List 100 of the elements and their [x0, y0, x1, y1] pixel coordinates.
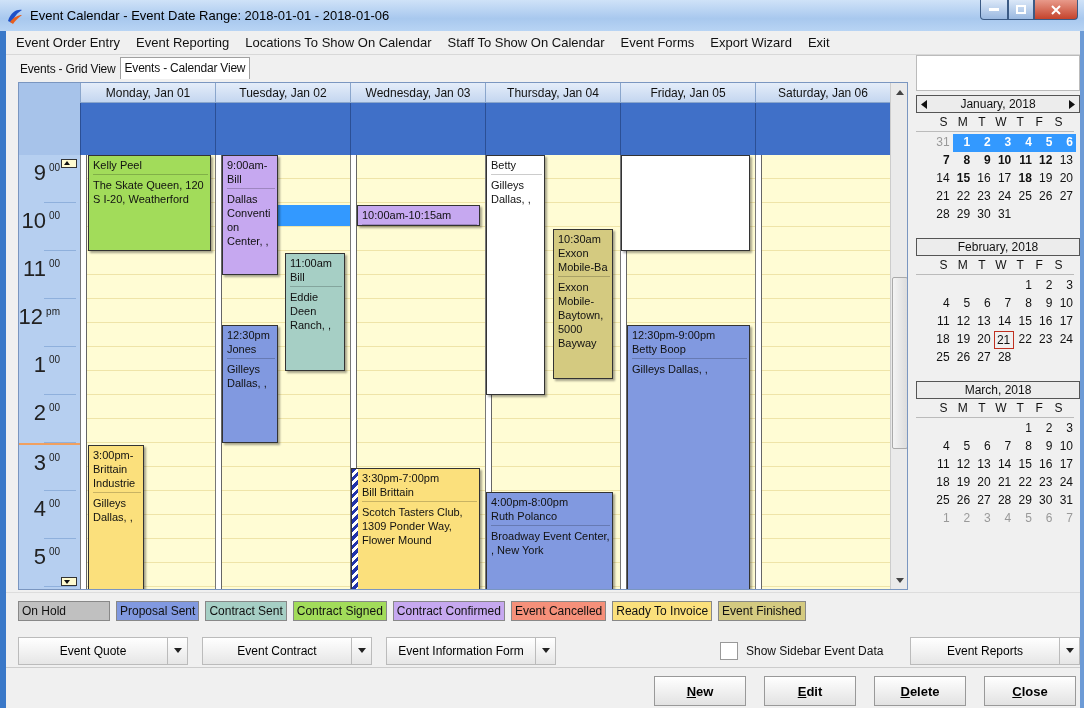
menu-item[interactable]: Locations To Show On Calendar — [245, 35, 432, 50]
calendar-day[interactable]: 7 — [993, 438, 1015, 456]
calendar-day[interactable]: 14 — [993, 456, 1015, 474]
calendar-day[interactable]: 18 — [1014, 170, 1035, 188]
calendar-day[interactable]: 6 — [973, 295, 994, 313]
close-button[interactable] — [1034, 0, 1078, 20]
menu-item[interactable]: Exit — [807, 35, 830, 50]
calendar-day[interactable]: 24 — [1055, 474, 1076, 492]
event-block[interactable]: 9:00am- Bill Dallas Convention Center, , — [222, 155, 278, 275]
calendar-day[interactable]: 12 — [1034, 152, 1056, 170]
previous-month-icon[interactable] — [921, 99, 927, 109]
calendar-day[interactable]: 22 — [1014, 474, 1035, 492]
calendar-day[interactable]: 17 — [1055, 456, 1076, 474]
calendar-day[interactable]: 6 — [973, 438, 994, 456]
dropdown-button[interactable] — [352, 636, 372, 665]
event-block[interactable]: 10:30am Exxon Mobile-Ba Exxon Mobile-Baytown, 5000 Bayway — [553, 229, 613, 379]
calendar-day[interactable]: 5 — [952, 295, 974, 313]
event-block[interactable]: Betty Gilleys Dallas, , — [486, 155, 545, 395]
minimize-button[interactable] — [980, 0, 1008, 20]
calendar-day[interactable]: 8 — [1014, 438, 1035, 456]
form-button[interactable]: Event Contract — [202, 636, 352, 665]
calendar-day[interactable]: 28 — [993, 492, 1015, 510]
calendar-day[interactable]: 19 — [1034, 170, 1056, 188]
calendar-day[interactable]: 19 — [952, 474, 974, 492]
calendar-day[interactable]: 27 — [973, 492, 994, 510]
calendar-day[interactable]: 8 — [1014, 295, 1035, 313]
maximize-button[interactable] — [1008, 0, 1034, 20]
calendar-day[interactable]: 11 — [932, 456, 953, 474]
next-month-icon[interactable] — [1069, 99, 1075, 109]
calendar-day[interactable]: 22 — [1014, 331, 1035, 349]
calendar-day[interactable]: 26 — [1034, 188, 1056, 206]
scroll-up-icon[interactable] — [896, 90, 904, 95]
action-button[interactable]: Close — [984, 676, 1076, 706]
calendar-day[interactable]: 10 — [993, 152, 1015, 170]
dropdown-button[interactable] — [536, 636, 556, 665]
calendar-day[interactable]: 31 — [1055, 492, 1076, 510]
calendar-day[interactable]: 3 — [1055, 420, 1076, 438]
event-block[interactable]: 11:00am Bill Eddie Deen Ranch, , — [285, 253, 345, 371]
action-button[interactable]: New — [654, 676, 746, 706]
event-block[interactable]: 3:00pm- Brittain Industrie Gilleys Dallas, , — [88, 445, 144, 589]
calendar-day[interactable]: 26 — [952, 492, 974, 510]
menu-item[interactable]: Staff To Show On Calendar — [447, 35, 605, 50]
calendar-day[interactable]: 17 — [993, 170, 1015, 188]
event-block[interactable]: 3:30pm-7:00pm Bill Brittain Scotch Tasters Club, 1309 Ponder Way, Flower Mound — [351, 468, 480, 589]
tab[interactable]: Events - Calendar View — [119, 57, 251, 79]
calendar-day[interactable]: 14 — [932, 170, 953, 188]
calendar-day[interactable]: 25 — [932, 349, 953, 367]
calendar-day[interactable]: 22 — [952, 188, 974, 206]
calendar-day[interactable]: 5 — [952, 438, 974, 456]
action-button[interactable]: Edit — [764, 676, 856, 706]
calendar-day[interactable]: 25 — [1014, 188, 1035, 206]
calendar-day[interactable]: 20 — [973, 474, 994, 492]
calendar-day[interactable]: 20 — [973, 331, 994, 349]
calendar-day[interactable]: 15 — [1014, 456, 1035, 474]
calendar-day[interactable]: 13 — [973, 456, 994, 474]
calendar-day[interactable]: 1 — [1014, 420, 1035, 438]
dropdown-button[interactable] — [168, 636, 188, 665]
calendar-day[interactable]: 16 — [1034, 313, 1056, 331]
event-block[interactable]: 4:00pm-8:00pm Ruth Polanco Broadway Event Center, , New York — [486, 492, 613, 589]
calendar-day[interactable]: 3 — [1055, 277, 1076, 295]
calendar-day[interactable]: 17 — [1055, 313, 1076, 331]
calendar-day[interactable]: 23 — [1034, 331, 1056, 349]
event-block[interactable]: 12:30pm-9:00pm Betty Boop Gilleys Dallas, , — [627, 325, 750, 589]
calendar-day[interactable]: 12 — [952, 456, 974, 474]
calendar-day[interactable]: 2 — [1034, 420, 1056, 438]
calendar-day[interactable]: 2 — [1034, 277, 1056, 295]
calendar-day[interactable]: 31 — [993, 206, 1015, 224]
calendar-day[interactable]: 27 — [1055, 188, 1076, 206]
calendar-day[interactable]: 29 — [1014, 492, 1035, 510]
calendar-day[interactable]: 18 — [932, 474, 953, 492]
calendar-day[interactable]: 8 — [952, 152, 974, 170]
menu-item[interactable]: Event Forms — [620, 35, 695, 50]
calendar-day[interactable]: 12 — [952, 313, 974, 331]
calendar-day[interactable]: 7 — [932, 152, 953, 170]
calendar-day[interactable]: 20 — [1055, 170, 1076, 188]
calendar-day[interactable]: 18 — [932, 331, 953, 349]
calendar-day[interactable]: 24 — [1055, 331, 1076, 349]
calendar-day[interactable]: 11 — [1014, 152, 1035, 170]
event-block[interactable] — [621, 155, 750, 251]
scroll-up-icon[interactable] — [61, 159, 77, 168]
calendar-day[interactable]: 23 — [1034, 474, 1056, 492]
calendar-day[interactable]: 9 — [973, 152, 994, 170]
calendar-day[interactable]: 16 — [973, 170, 994, 188]
calendar-day[interactable]: 15 — [1014, 313, 1035, 331]
form-button[interactable]: Event Quote — [18, 636, 168, 665]
calendar-day[interactable]: 23 — [973, 188, 994, 206]
calendar-day[interactable]: 21 — [932, 188, 953, 206]
dropdown-button[interactable] — [1060, 636, 1080, 665]
calendar-day[interactable]: 26 — [952, 349, 974, 367]
calendar-day[interactable]: 19 — [952, 331, 974, 349]
tab[interactable]: Events - Grid View — [16, 59, 120, 79]
event-block[interactable]: Kelly Peel The Skate Queen, 120 S I-20, Weatherford — [88, 155, 211, 251]
calendar-day[interactable]: 30 — [1034, 492, 1056, 510]
menu-item[interactable]: Event Order Entry — [16, 35, 121, 50]
calendar-day[interactable]: 29 — [952, 206, 974, 224]
calendar-day[interactable]: 21 — [993, 331, 1015, 349]
calendar-day[interactable]: 13 — [1055, 152, 1076, 170]
calendar-day[interactable]: 4 — [932, 295, 953, 313]
calendar-day[interactable]: 28 — [993, 349, 1015, 367]
calendar-day[interactable]: 21 — [993, 474, 1015, 492]
